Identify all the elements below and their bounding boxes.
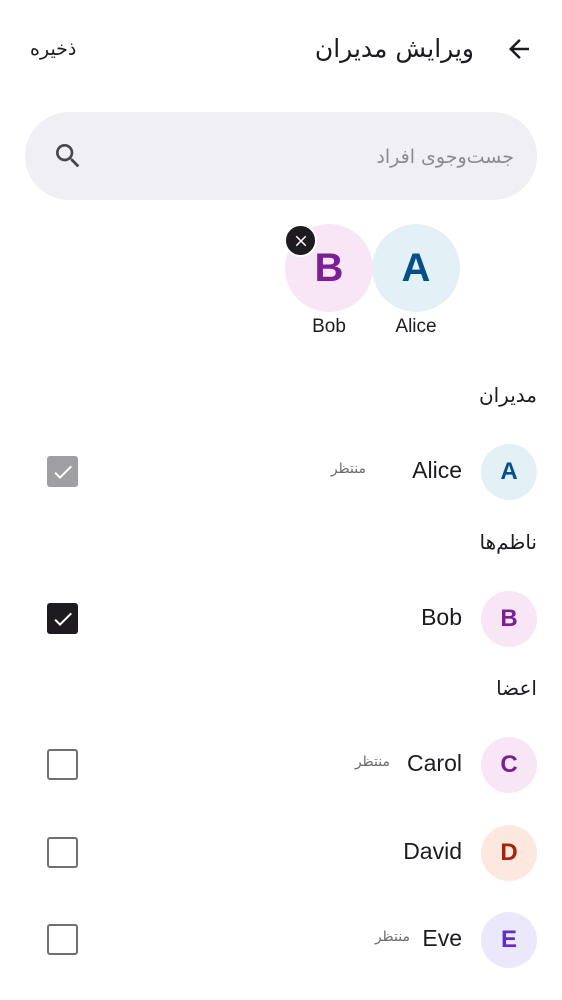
member-name: Bob [421,604,462,630]
avatar: B [481,591,537,647]
avatar: C [481,737,537,793]
member-name: David [403,838,462,864]
selected-name-bob: Bob [312,316,346,337]
member-name: Eve [422,925,462,951]
checkbox-unchecked[interactable] [47,924,78,955]
checkbox-checked[interactable] [47,603,78,634]
member-name: Carol [407,750,462,776]
avatar: A [481,444,537,500]
save-button[interactable]: ذخیره [30,33,76,65]
member-name: Alice [412,457,462,483]
check-icon [53,612,72,626]
checkbox-unchecked[interactable] [47,837,78,868]
search-input[interactable] [100,135,516,179]
section-header-members: اعضا [496,676,537,700]
list-item[interactable]: D David [0,821,562,885]
checkbox-unchecked[interactable] [47,749,78,780]
arrow-back-icon [509,39,529,59]
list-item[interactable]: B Bob [0,587,562,651]
page-title: ویرایش مدیران [314,34,474,63]
avatar: D [481,825,537,881]
status-label: منتظر [330,461,366,477]
selected-avatar-alice[interactable]: A [372,224,460,312]
list-item[interactable]: A Alice منتظر [0,440,562,504]
list-item[interactable]: E Eve منتظر [0,908,562,972]
remove-chip-button[interactable] [284,224,317,257]
search-icon[interactable] [52,140,84,172]
section-header-admins: مدیران [478,383,537,407]
close-icon [295,235,306,246]
status-label: منتظر [354,754,390,770]
checkbox-checked-disabled[interactable] [47,456,78,487]
list-item[interactable]: C Carol منتظر [0,733,562,797]
avatar: E [481,912,537,968]
status-label: منتظر [374,929,410,945]
back-button[interactable] [500,30,538,68]
check-icon [53,465,72,479]
section-header-moderators: ناظم‌ها [479,530,537,554]
selected-name-alice: Alice [395,316,437,337]
